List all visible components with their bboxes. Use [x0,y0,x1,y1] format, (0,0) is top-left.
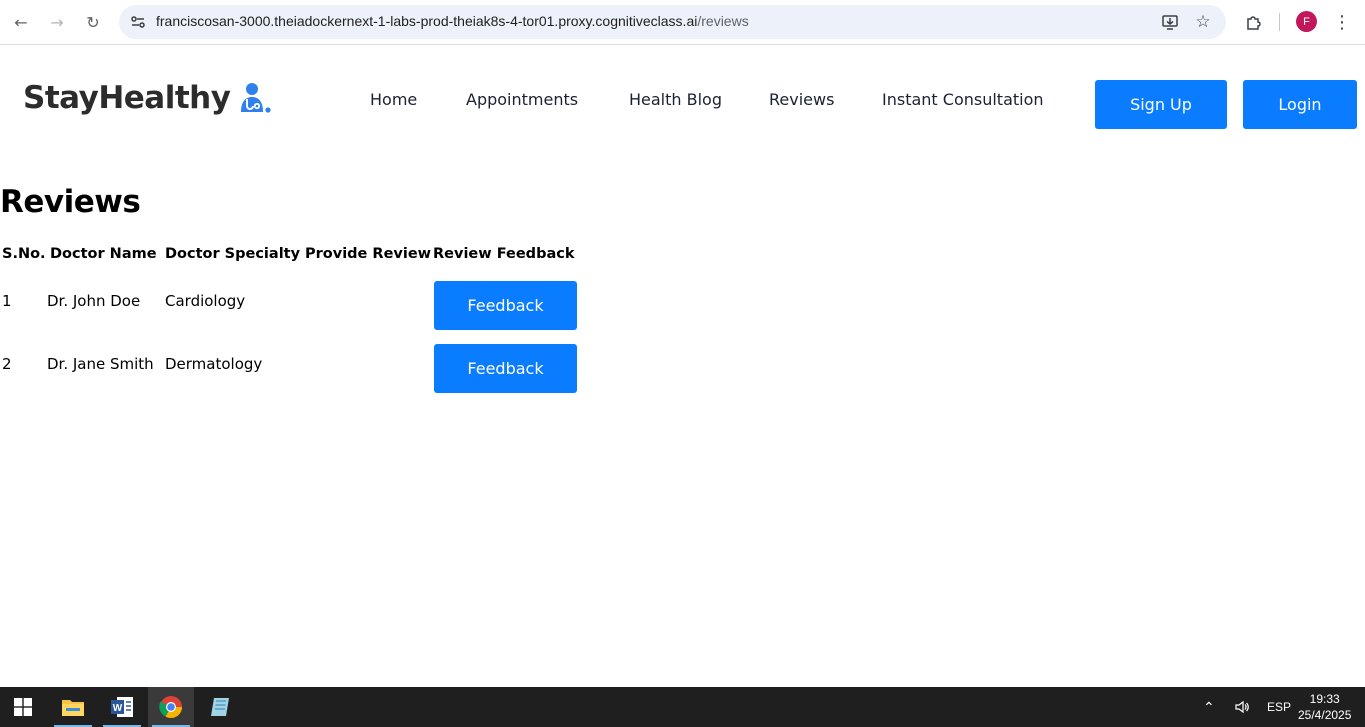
doctor-stethoscope-icon [241,83,272,113]
volume-icon[interactable] [1234,687,1250,727]
address-bar[interactable]: franciscosan-3000.theiadockernext-1-labs… [119,5,1226,39]
input-language[interactable]: ESP [1267,687,1291,727]
column-header-provide-review: Provide Review [305,246,432,262]
profile-avatar[interactable]: F [1296,11,1317,32]
browser-toolbar: ← → ↻ franciscosan-3000.theiadockernext-… [0,0,1365,45]
clock-time: 19:33 [1309,692,1340,706]
login-button[interactable]: Login [1243,80,1357,129]
url-path: /reviews [697,13,749,29]
toolbar-divider [1279,13,1280,31]
url-host: franciscosan-3000.theiadockernext-1-labs… [156,13,698,29]
nav-appointments[interactable]: Appointments [466,90,578,109]
row-1-doctor-name: Dr. John Doe [47,292,141,310]
row-2-specialty: Dermatology [165,355,263,373]
notepad-icon[interactable] [197,687,243,727]
column-header-sno: S.No. [2,246,46,262]
site-info-icon[interactable] [125,9,151,35]
row-2-sno: 2 [2,355,12,373]
column-header-review-feedback: Review Feedback [433,246,575,262]
extensions-puzzle-icon[interactable] [1242,10,1266,34]
row-1-feedback-button[interactable]: Feedback [434,281,577,330]
column-header-doctor-name: Doctor Name [50,246,157,262]
reload-icon[interactable]: ↻ [79,8,107,36]
clock-date: 25/4/2025 [1298,708,1352,722]
file-explorer-icon[interactable] [50,687,96,727]
windows-taskbar: W ⌃ ESP 19:33 25/4/2025 [0,687,1365,727]
nav-home[interactable]: Home [370,90,417,109]
nav-instant-consultation[interactable]: Instant Consultation [882,90,1044,109]
bookmark-star-icon[interactable]: ☆ [1192,11,1214,33]
row-1-specialty: Cardiology [165,292,246,310]
install-app-icon[interactable] [1159,11,1181,33]
sign-up-button[interactable]: Sign Up [1095,80,1227,129]
word-icon[interactable]: W [99,687,145,727]
row-2-doctor-name: Dr. Jane Smith [47,355,154,373]
url-text[interactable]: franciscosan-3000.theiadockernext-1-labs… [156,13,749,29]
row-2-feedback-button[interactable]: Feedback [434,344,577,393]
svg-text:W: W [113,703,123,714]
back-arrow-icon[interactable]: ← [7,8,35,36]
logo[interactable]: StayHealthy [23,80,272,116]
site-header: StayHealthy Home Appointments Health Blo… [0,46,1365,166]
show-hidden-icons-chevron-icon[interactable]: ⌃ [1203,687,1215,727]
row-1-sno: 1 [2,292,12,310]
column-header-doctor-specialty: Doctor Specialty [165,246,301,262]
windows-start-icon[interactable] [0,687,46,727]
logo-text: StayHealthy [23,80,231,116]
kebab-menu-icon[interactable]: ⋮ [1331,10,1353,34]
nav-health-blog[interactable]: Health Blog [629,90,722,109]
page-title: Reviews [0,184,141,220]
nav-reviews[interactable]: Reviews [769,90,834,109]
chrome-icon[interactable] [148,687,194,727]
forward-arrow-icon[interactable]: → [43,8,71,36]
clock[interactable]: 19:33 25/4/2025 [1298,687,1351,727]
